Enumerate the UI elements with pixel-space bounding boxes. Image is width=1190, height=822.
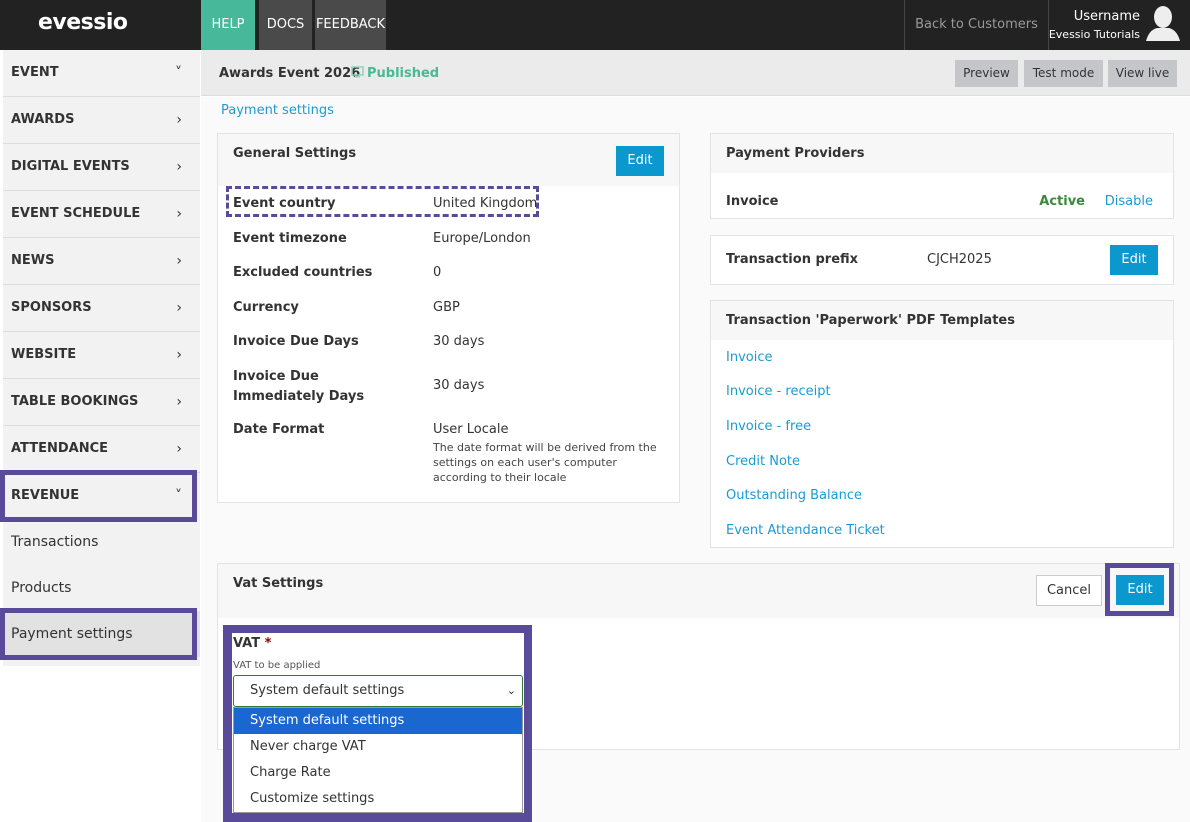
- template-link[interactable]: Invoice: [726, 350, 772, 365]
- template-link[interactable]: Outstanding Balance: [726, 488, 862, 503]
- general-edit-button[interactable]: Edit: [616, 146, 664, 176]
- chevron-right-icon: ›: [176, 159, 182, 175]
- organisation-name: Evessio Tutorials: [1048, 28, 1140, 41]
- transaction-prefix-card: Transaction prefix CJCH2025 Edit: [710, 235, 1174, 285]
- divider: [1048, 0, 1049, 50]
- label: Invoice Due Immediately Days: [233, 369, 365, 404]
- label: WEBSITE: [11, 347, 77, 362]
- breadcrumb[interactable]: Payment settings: [221, 103, 334, 118]
- option-system-default[interactable]: System default settings: [234, 708, 522, 734]
- card-title: Vat Settings: [218, 564, 1179, 618]
- label: Invoice Due Days: [233, 334, 359, 349]
- chevron-down-icon: ⌄: [506, 684, 516, 697]
- cancel-button[interactable]: Cancel: [1036, 575, 1102, 606]
- value: Europe/London: [433, 231, 531, 246]
- sidebar-item-table-bookings[interactable]: TABLE BOOKINGS ›: [3, 379, 200, 426]
- chevron-right-icon: ›: [176, 112, 182, 128]
- template-link[interactable]: Event Attendance Ticket: [726, 523, 885, 538]
- provider-name: Invoice: [726, 194, 779, 209]
- label: SPONSORS: [11, 300, 92, 315]
- sidebar-subitem-transactions[interactable]: Transactions: [3, 519, 200, 565]
- chevron-right-icon: ›: [176, 300, 182, 316]
- sidebar-item-awards[interactable]: AWARDS ›: [3, 97, 200, 144]
- prefix-edit-button[interactable]: Edit: [1110, 245, 1158, 275]
- label: AWARDS: [11, 112, 75, 127]
- sidebar-item-attendance[interactable]: ATTENDANCE ›: [3, 426, 200, 473]
- highlight-box: [0, 608, 197, 660]
- label: Currency: [233, 300, 299, 315]
- label: EVENT: [11, 65, 59, 80]
- option-customize-settings[interactable]: Customize settings: [234, 786, 522, 812]
- vat-help-text: VAT to be applied: [233, 660, 321, 671]
- active-status: Active: [1039, 194, 1085, 209]
- chevron-down-icon: ˅: [175, 65, 182, 81]
- chevron-right-icon: ›: [176, 347, 182, 363]
- card-title: Payment Providers: [711, 134, 1173, 173]
- required-marker: *: [264, 636, 272, 651]
- vat-field: VAT * VAT to be applied System default s…: [232, 633, 524, 813]
- view-live-button[interactable]: View live: [1108, 60, 1177, 87]
- label: NEWS: [11, 253, 55, 268]
- vat-select[interactable]: System default settings ⌄: [233, 675, 523, 707]
- label: Transaction prefix: [726, 252, 859, 267]
- value: 0: [433, 265, 442, 280]
- pdf-templates-card: Transaction 'Paperwork' PDF Templates In…: [710, 300, 1174, 548]
- test-mode-button[interactable]: Test mode: [1024, 60, 1103, 87]
- label: Event timezone: [233, 231, 347, 246]
- value: 30 days: [433, 378, 485, 393]
- option-never-charge-vat[interactable]: Never charge VAT: [234, 734, 522, 760]
- preview-button[interactable]: Preview: [955, 60, 1018, 87]
- chevron-right-icon: ›: [176, 394, 182, 410]
- sidebar-subitem-products[interactable]: Products: [3, 565, 200, 611]
- evessio-logo[interactable]: evessio: [38, 10, 128, 35]
- disable-link[interactable]: Disable: [1105, 194, 1153, 209]
- vat-label: VAT: [233, 636, 261, 651]
- label: Excluded countries: [233, 265, 373, 280]
- value: 30 days: [433, 334, 485, 349]
- sidebar-item-sponsors[interactable]: SPONSORS ›: [3, 285, 200, 332]
- docs-tab[interactable]: DOCS: [259, 0, 312, 50]
- monitor-icon: [351, 66, 364, 78]
- vat-dropdown-list: System default settings Never charge VAT…: [233, 707, 523, 813]
- highlight-box: [1105, 563, 1174, 616]
- label: EVENT SCHEDULE: [11, 206, 141, 221]
- sidebar: EVENT ˅ AWARDS › DIGITAL EVENTS › EVENT SCH…: [3, 50, 200, 666]
- chevron-right-icon: ›: [176, 253, 182, 269]
- highlight-box: [0, 470, 197, 522]
- sidebar-item-website[interactable]: WEBSITE ›: [3, 332, 200, 379]
- prefix-value: CJCH2025: [927, 252, 992, 267]
- feedback-tab[interactable]: FEEDBACK: [315, 0, 386, 50]
- card-title: General Settings: [218, 134, 679, 186]
- date-format-note: The date format will be derived from the…: [433, 441, 657, 484]
- user-avatar-icon[interactable]: [1143, 4, 1183, 42]
- sidebar-item-news[interactable]: NEWS ›: [3, 238, 200, 285]
- back-to-customers-link[interactable]: Back to Customers: [905, 0, 1048, 50]
- highlight-dashed-box: [226, 186, 539, 217]
- event-title: Awards Event 2026: [219, 66, 361, 81]
- template-link[interactable]: Invoice - receipt: [726, 384, 831, 399]
- published-status: Published: [367, 66, 440, 81]
- label: ATTENDANCE: [11, 441, 108, 456]
- sidebar-item-digital-events[interactable]: DIGITAL EVENTS ›: [3, 144, 200, 191]
- template-link[interactable]: Credit Note: [726, 454, 800, 469]
- value: GBP: [433, 300, 460, 315]
- chevron-right-icon: ›: [176, 441, 182, 457]
- selected-value: System default settings: [250, 683, 405, 698]
- label: Date Format: [233, 422, 325, 437]
- sidebar-item-event[interactable]: EVENT ˅: [3, 50, 200, 97]
- card-title: Transaction 'Paperwork' PDF Templates: [711, 301, 1173, 340]
- label: DIGITAL EVENTS: [11, 159, 130, 174]
- template-link[interactable]: Invoice - free: [726, 419, 811, 434]
- help-tab[interactable]: HELP: [201, 0, 255, 50]
- option-charge-rate[interactable]: Charge Rate: [234, 760, 522, 786]
- payment-providers-card: Payment Providers Invoice Active Disable: [710, 133, 1174, 219]
- label: TABLE BOOKINGS: [11, 394, 139, 409]
- chevron-right-icon: ›: [176, 206, 182, 222]
- value: User Locale: [433, 422, 509, 437]
- username[interactable]: Username: [1074, 9, 1140, 24]
- sidebar-item-event-schedule[interactable]: EVENT SCHEDULE ›: [3, 191, 200, 238]
